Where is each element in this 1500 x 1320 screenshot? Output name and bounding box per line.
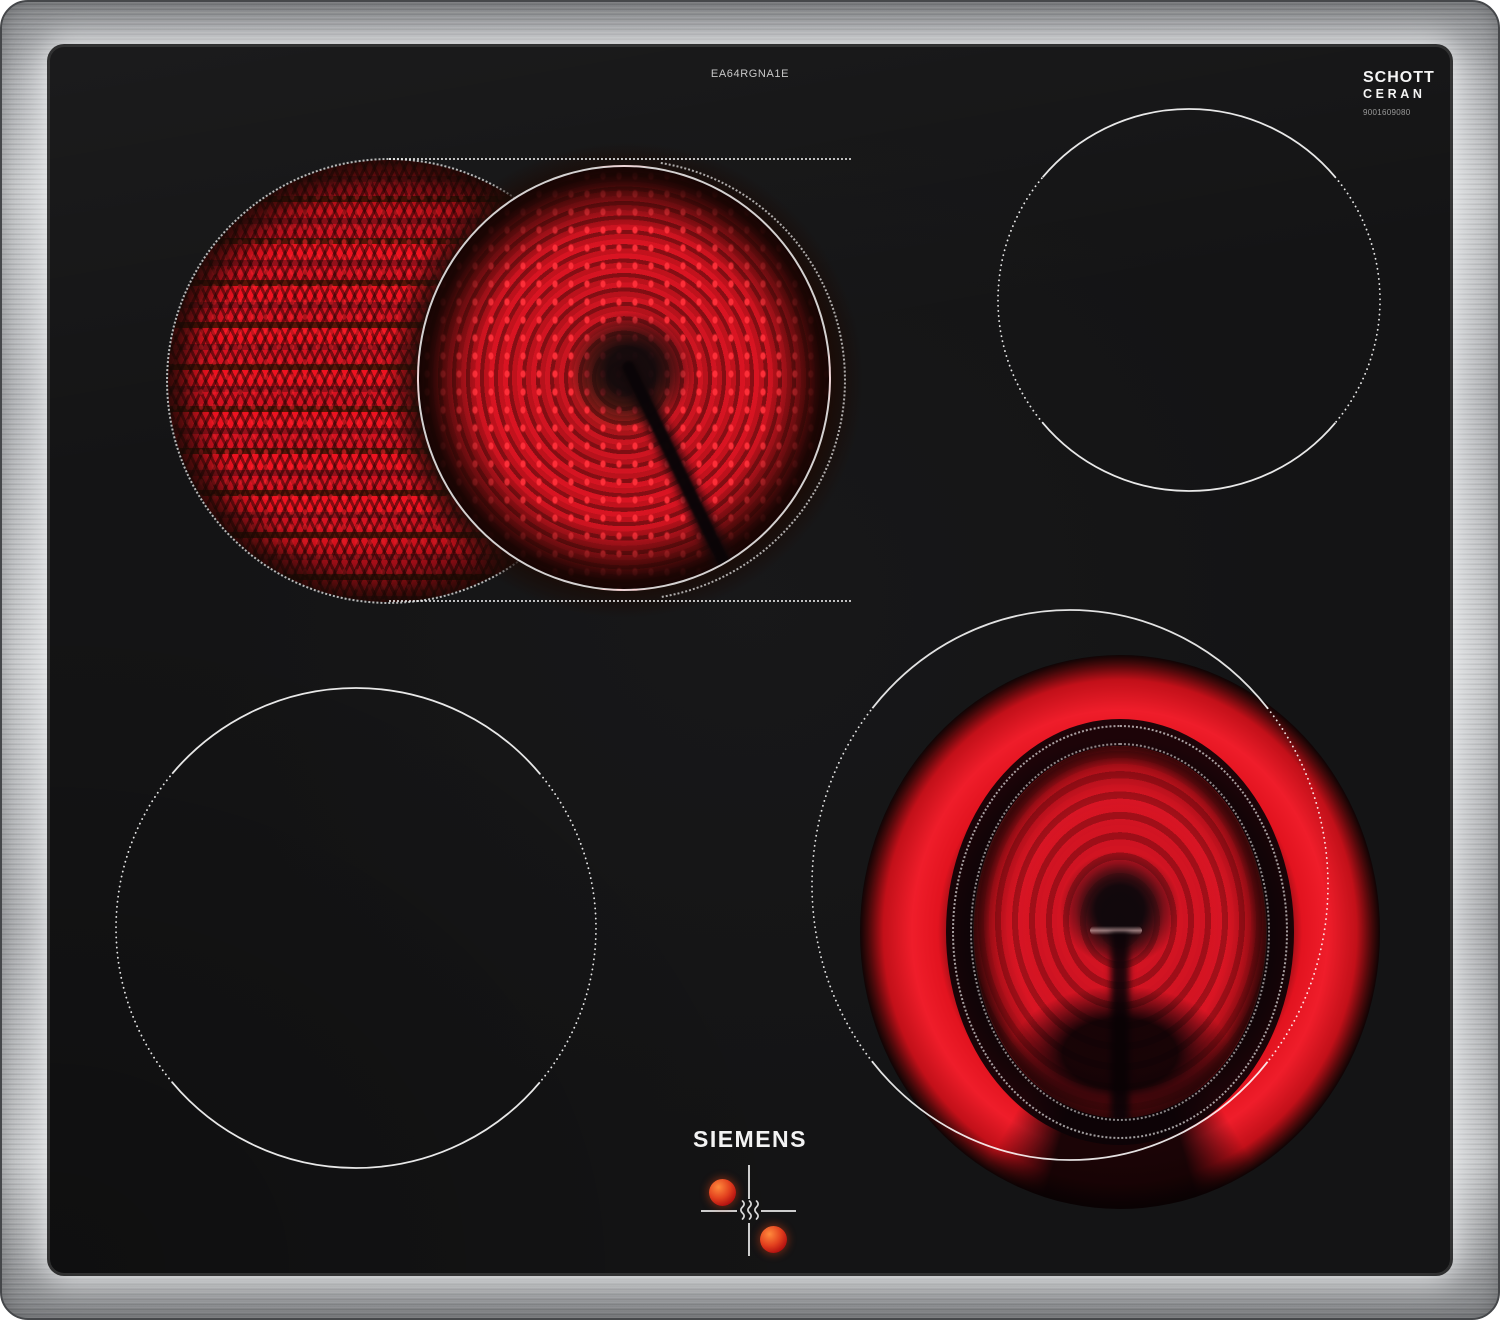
siemens-logo: SIEMENS xyxy=(692,1126,808,1152)
residual-heat-dot-2 xyxy=(760,1226,787,1253)
ceran-wordmark: CERAN xyxy=(1363,87,1426,101)
zone-front-right-outline xyxy=(811,609,1329,1161)
indicator-cross-line-right xyxy=(761,1210,796,1212)
indicator-cross-line-bottom xyxy=(748,1223,750,1256)
heat-waves-icon xyxy=(740,1200,759,1220)
indicator-cross-line-top xyxy=(748,1165,750,1199)
glass-serial-number: 9001609080 xyxy=(1363,107,1411,117)
schott-wordmark: SCHOTT xyxy=(1363,69,1435,86)
ceramic-glass-surface: EA64RGNA1E SCHOTT CERAN 9001609080 SIEME… xyxy=(50,47,1450,1273)
model-code-label: EA64RGNA1E xyxy=(710,68,790,80)
schott-ceran-logo: SCHOTT CERAN 9001609080 xyxy=(1363,70,1450,117)
indicator-cross-line-left xyxy=(701,1210,737,1212)
residual-heat-dot-1 xyxy=(709,1179,736,1206)
product-photo-siemens-hob: EA64RGNA1E SCHOTT CERAN 9001609080 SIEME… xyxy=(0,0,1500,1320)
